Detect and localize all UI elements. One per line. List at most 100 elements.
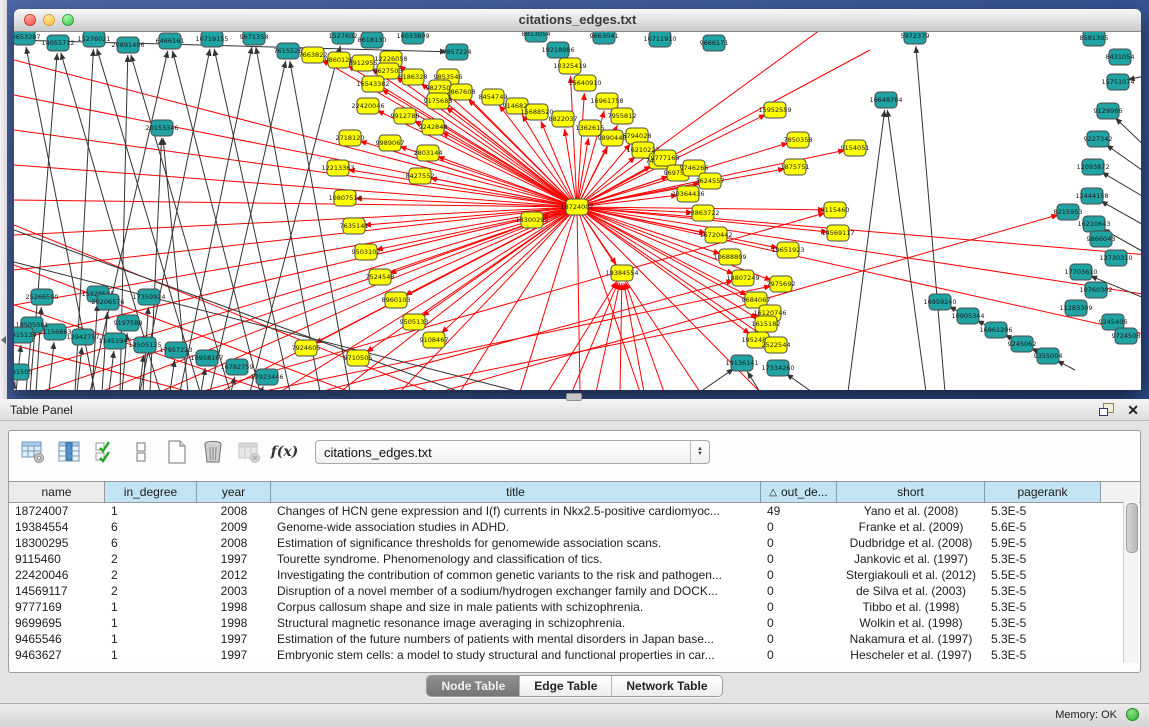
graph-node[interactable]: 7635141 — [340, 218, 369, 234]
delete-column-icon[interactable] — [199, 439, 226, 466]
splitter-grip[interactable] — [566, 393, 582, 401]
graph-node[interactable]: 16210643 — [1077, 216, 1110, 232]
graph-node[interactable]: 12093872 — [1076, 159, 1109, 175]
table-row[interactable]: 977716911998Corpus callosum shape and si… — [9, 599, 1140, 615]
graph-node[interactable]: 9108467 — [420, 332, 449, 348]
tab-edge-table[interactable]: Edge Table — [520, 676, 612, 696]
graph-node[interactable]: 9666171 — [700, 35, 729, 51]
graph-node[interactable]: 1527602 — [329, 32, 358, 44]
graph-node[interactable]: 15751074 — [1101, 74, 1134, 90]
graph-node[interactable]: 5972379 — [901, 32, 930, 44]
graph-node[interactable]: 10711910 — [643, 32, 676, 47]
table-row[interactable]: 969969511998Structural magnetic resonanc… — [9, 615, 1140, 631]
graph-node[interactable]: 9989067 — [376, 135, 405, 151]
graph-node[interactable]: 1615182 — [752, 316, 781, 332]
graph-node[interactable]: 9197588 — [114, 315, 143, 331]
graph-node[interactable]: 19136141 — [725, 355, 758, 371]
zoom-window-icon[interactable] — [62, 14, 74, 26]
graph-node[interactable]: 16782759 — [220, 359, 253, 375]
float-panel-icon[interactable] — [1099, 403, 1115, 417]
graph-node[interactable]: 10688809 — [713, 249, 746, 265]
graph-node[interactable]: 2718120 — [336, 130, 365, 146]
graph-node[interactable]: 9671358 — [240, 32, 269, 45]
column-header-short[interactable]: short — [837, 482, 985, 502]
tab-network-table[interactable]: Network Table — [612, 676, 721, 696]
network-window-titlebar[interactable]: citations_edges.txt — [14, 9, 1141, 32]
minimize-window-icon[interactable] — [43, 14, 55, 26]
scrollbar-thumb[interactable] — [1126, 503, 1138, 553]
graph-node[interactable]: 17703610 — [1064, 264, 1097, 280]
graph-node[interactable]: 9710505 — [344, 350, 373, 366]
table-row[interactable]: 1830029562008Estimation of significance … — [9, 535, 1140, 551]
graph-node[interactable]: 14569117 — [821, 225, 854, 241]
table-row[interactable]: 1872400712008Changes of HCN gene express… — [9, 503, 1140, 519]
graph-node[interactable]: 9505133 — [400, 314, 429, 330]
graph-node[interactable]: 7955812 — [608, 108, 637, 124]
show-columns-icon[interactable] — [55, 439, 82, 466]
delete-table-icon[interactable] — [235, 439, 262, 466]
graph-node[interactable]: 2803144 — [414, 145, 443, 161]
graph-node[interactable]: 9115460 — [821, 202, 850, 218]
graph-node[interactable]: 9245062 — [1008, 336, 1037, 352]
graph-node[interactable]: 9503102 — [352, 244, 381, 260]
graph-node[interactable]: 8431054 — [1106, 49, 1135, 65]
graph-node[interactable]: 7857224 — [443, 44, 472, 60]
graph-node[interactable]: 9866043 — [1087, 231, 1116, 247]
select-columns-icon[interactable] — [91, 439, 118, 466]
graph-node[interactable]: 7663822 — [299, 47, 328, 63]
graph-node[interactable]: 15276021 — [77, 32, 110, 47]
column-header-name[interactable]: name — [9, 482, 105, 502]
graph-node[interactable]: 15640910 — [568, 75, 601, 91]
graph-node[interactable]: 18807249 — [726, 270, 759, 286]
graph-node[interactable]: 9242848 — [419, 119, 448, 135]
column-header-pagerank[interactable]: pagerank — [985, 482, 1101, 502]
table-row[interactable]: 1938455462009Genome-wide association stu… — [9, 519, 1140, 535]
network-graph-canvas[interactable]: 1872400776638229860128891295512226058962… — [14, 32, 1141, 390]
graph-node[interactable]: 8618130 — [358, 32, 387, 48]
graph-node[interactable]: 12444158 — [1075, 188, 1108, 204]
graph-node[interactable]: 9091505 — [14, 364, 32, 380]
graph-node[interactable]: 8215953 — [1054, 204, 1083, 220]
table-row[interactable]: 946554611997Estimation of the future num… — [9, 631, 1140, 647]
graph-node[interactable]: 8822037 — [549, 111, 578, 127]
graph-node[interactable]: 7924605 — [292, 340, 321, 356]
tab-node-table[interactable]: Node Table — [427, 676, 520, 696]
column-header-year[interactable]: year — [197, 482, 271, 502]
graph-node[interactable]: 9227342 — [1084, 131, 1113, 147]
table-row[interactable]: 946362711997Embryonic stem cells: a mode… — [9, 647, 1140, 663]
graph-node[interactable]: 3915139 — [14, 327, 36, 343]
graph-node[interactable]: 1875751 — [781, 159, 810, 175]
table-row[interactable]: 1456911722003Disruption of a novel membe… — [9, 583, 1140, 599]
graph-node[interactable]: 17334260 — [761, 360, 794, 376]
graph-node[interactable]: 7975692 — [767, 276, 796, 292]
graph-node[interactable]: 9355004 — [1034, 348, 1063, 364]
graph-node[interactable]: 8960103 — [382, 292, 411, 308]
graph-node[interactable]: 7850358 — [784, 132, 813, 148]
graph-node[interactable]: 19218986 — [541, 42, 574, 58]
graph-node[interactable]: 20891406 — [111, 37, 144, 53]
graph-node[interactable]: 7524548 — [366, 269, 395, 285]
table-mode-icon[interactable] — [19, 439, 46, 466]
graph-node[interactable]: 9129966 — [1094, 103, 1123, 119]
graph-node[interactable]: 14055712 — [41, 35, 74, 51]
table-row[interactable]: 2242004622012Investigating the contribut… — [9, 567, 1140, 583]
close-panel-icon[interactable]: ✕ — [1127, 403, 1139, 417]
graph-node[interactable]: 2522544 — [762, 337, 791, 353]
graph-node[interactable]: 8581305 — [1080, 32, 1109, 46]
graph-node[interactable]: 9175685 — [424, 93, 453, 109]
new-column-icon[interactable] — [163, 439, 190, 466]
column-header-out_de[interactable]: △out_de... — [761, 482, 837, 502]
table-row[interactable]: 911546021997Tourette syndrome. Phenomeno… — [9, 551, 1140, 567]
graph-node[interactable]: 10325419 — [553, 58, 586, 74]
graph-node[interactable]: 8186328 — [399, 69, 428, 85]
column-header-title[interactable]: title — [271, 482, 761, 502]
memory-status-led[interactable] — [1126, 708, 1139, 721]
graph-node[interactable]: 9154051 — [841, 140, 870, 156]
graph-node[interactable]: 6466161 — [156, 33, 185, 49]
graph-node[interactable]: 10653287 — [14, 32, 41, 45]
graph-node[interactable]: 10760302 — [1079, 282, 1112, 298]
graph-node[interactable]: 8813054 — [522, 32, 551, 42]
collapse-arrow-icon[interactable] — [1, 336, 6, 344]
graph-node[interactable]: 16033809 — [396, 32, 429, 44]
graph-node[interactable]: 12213363 — [321, 160, 354, 176]
